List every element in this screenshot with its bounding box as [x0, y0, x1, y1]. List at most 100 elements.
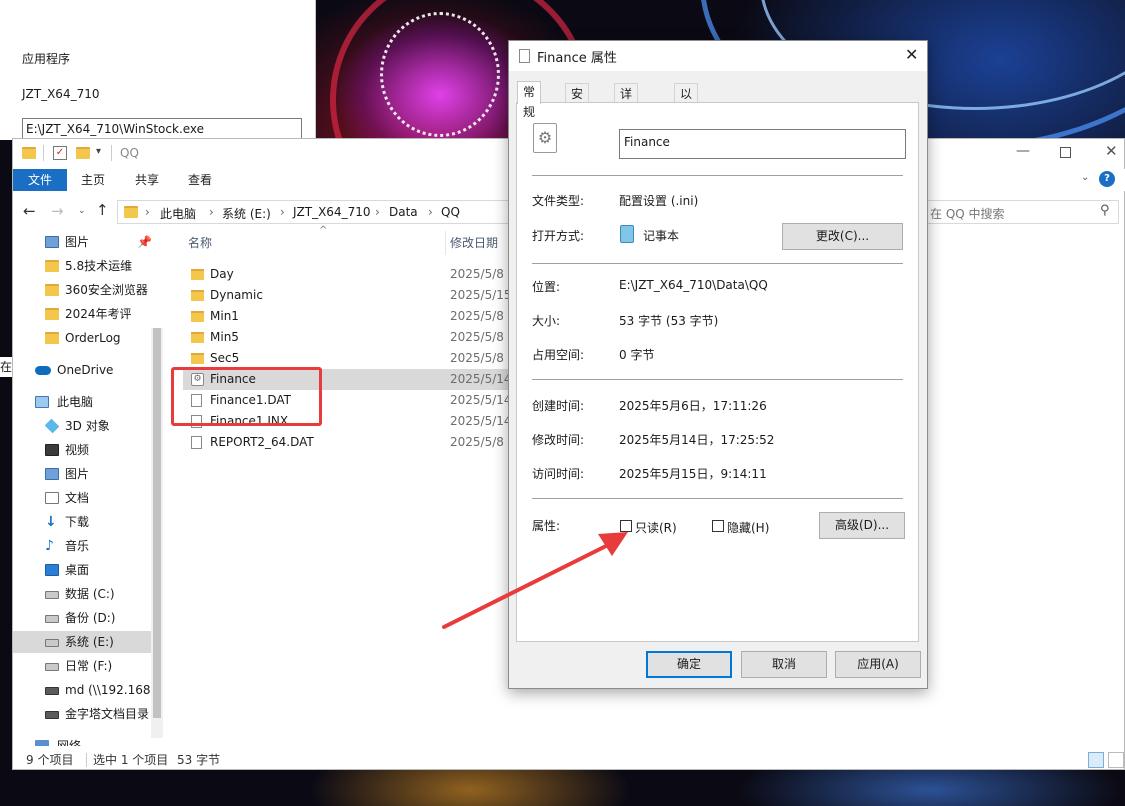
new-folder-icon[interactable] [76, 147, 90, 159]
pictures-icon [45, 468, 59, 480]
close-icon[interactable]: ✕ [1105, 142, 1118, 160]
tab-security[interactable]: 安全 [565, 83, 590, 121]
advanced-button[interactable]: 高级(D)... [819, 512, 905, 539]
minimize-icon[interactable]: — [1016, 143, 1030, 159]
tab-previous-versions[interactable]: 以前的版本 [674, 83, 699, 181]
file-icon [191, 436, 202, 449]
nav-item-network-drive[interactable]: md (\\192.168. [13, 679, 163, 701]
nav-label: 此电脑 [57, 395, 94, 409]
recent-dropdown-icon[interactable]: ⌄ [78, 206, 86, 216]
nav-scrollbar[interactable] [151, 328, 163, 738]
divider [86, 753, 87, 767]
breadcrumb-this-pc[interactable]: 此电脑 [160, 205, 196, 222]
forward-icon[interactable]: → [51, 202, 64, 220]
column-header-name[interactable]: 名称 [188, 231, 212, 255]
cube-icon [44, 418, 60, 434]
folder-icon [45, 284, 59, 296]
tab-share[interactable]: 共享 [135, 169, 159, 191]
general-panel: ⚙ Finance 文件类型: 配置设置 (.ini) 打开方式: 记事本 更改… [516, 102, 919, 642]
filename-input[interactable]: Finance [619, 129, 906, 159]
nav-label: OneDrive [57, 363, 114, 377]
nav-label: 2024年考评 [65, 307, 132, 321]
file-row[interactable]: Dynamic 2025/5/15 [183, 285, 513, 306]
column-header-date[interactable]: 修改日期 [450, 231, 498, 255]
breadcrumb-data[interactable]: Data [389, 205, 418, 219]
tab-general[interactable]: 常规 [517, 81, 542, 119]
nav-item-drive-c[interactable]: 数据 (C:) [13, 583, 163, 605]
opens-with-label: 打开方式: [532, 229, 585, 243]
nav-item-pyramid-docs[interactable]: 金字塔文档目录 [13, 703, 163, 725]
readonly-label[interactable]: 只读(R) [635, 519, 677, 536]
nav-item-pictures[interactable]: 图片 [13, 463, 163, 485]
file-row[interactable]: Day 2025/5/8 1 [183, 264, 515, 285]
folder-icon [45, 308, 59, 320]
nav-item-music[interactable]: ♪ 音乐 [13, 535, 163, 557]
large-icons-view-icon[interactable] [1108, 752, 1124, 768]
ok-button[interactable]: 确定 [646, 651, 732, 678]
search-input[interactable]: 在 QQ 中搜索 ⚲ [923, 200, 1119, 224]
nav-item-desktop[interactable]: 桌面 [13, 559, 163, 581]
file-row[interactable]: Min1 2025/5/8 1 [183, 306, 515, 327]
nav-item-videos[interactable]: 视频 [13, 439, 163, 461]
modified-label: 修改时间: [532, 433, 585, 447]
nav-item-drive-e[interactable]: 系统 (E:) [13, 631, 163, 653]
apps-label: 应用程序 [22, 52, 71, 66]
cancel-button[interactable]: 取消 [741, 651, 827, 678]
properties-icon[interactable]: ✓ [53, 146, 67, 160]
nav-item-this-pc[interactable]: 此电脑 [13, 391, 163, 413]
nav-item-downloads[interactable]: ↓ 下载 [13, 511, 163, 533]
pictures-icon [45, 236, 59, 248]
nav-label: 金字塔文档目录 [65, 707, 150, 721]
nav-item-drive-d[interactable]: 备份 (D:) [13, 607, 163, 629]
nav-item-2024[interactable]: 2024年考评 [13, 303, 163, 325]
nav-item-documents[interactable]: 文档 [13, 487, 163, 509]
file-row[interactable]: Sec5 2025/5/8 1 [183, 348, 515, 369]
tab-home[interactable]: 主页 [81, 169, 105, 191]
notepad-icon [620, 225, 634, 243]
breadcrumb-drive-e[interactable]: 系统 (E:) [222, 205, 271, 222]
nav-item-drive-f[interactable]: 日常 (F:) [13, 655, 163, 677]
apply-button[interactable]: 应用(A) [835, 651, 921, 678]
path-input[interactable]: E:\JZT_X64_710\WinStock.exe [22, 118, 302, 140]
folder-icon [191, 290, 204, 301]
details-view-icon[interactable] [1088, 752, 1104, 768]
type-label: 文件类型: [532, 194, 585, 208]
breadcrumb-qq[interactable]: QQ [441, 205, 460, 219]
nav-item-onedrive[interactable]: OneDrive [13, 359, 163, 381]
expand-ribbon-icon[interactable]: ⌄ [1081, 172, 1089, 183]
chevron-right-icon: › [375, 205, 380, 219]
nav-item-pictures-pinned[interactable]: 图片 📌 [13, 231, 163, 253]
download-icon: ↓ [45, 514, 57, 530]
up-icon[interactable]: ↑ [96, 201, 109, 219]
separator [532, 379, 903, 380]
hidden-label[interactable]: 隐藏(H) [727, 519, 769, 536]
nav-item-3d[interactable]: 3D 对象 [13, 415, 163, 437]
hidden-checkbox[interactable] [712, 520, 724, 532]
file-row[interactable]: REPORT2_64.DAT 2025/5/8 1 [183, 432, 515, 453]
nav-item-orderlog[interactable]: OrderLog [13, 327, 163, 349]
tab-file[interactable]: 文件 [13, 169, 67, 191]
maximize-icon[interactable] [1060, 147, 1071, 158]
nav-item-5-8[interactable]: 5.8技术运维 [13, 255, 163, 277]
file-date: 2025/5/15 [450, 288, 512, 302]
accessed-value: 2025年5月15日，9:14:11 [619, 467, 767, 481]
tab-details[interactable]: 详细信息 [614, 83, 639, 161]
customize-dropdown-icon[interactable]: ▾ [96, 146, 101, 157]
tab-view[interactable]: 查看 [188, 169, 212, 191]
folder-icon [191, 332, 204, 343]
close-icon[interactable]: ✕ [905, 45, 918, 64]
nav-item-360[interactable]: 360安全浏览器 [13, 279, 163, 301]
back-icon[interactable]: ← [23, 202, 36, 220]
change-button[interactable]: 更改(C)... [782, 223, 903, 250]
drive-icon [45, 591, 59, 599]
edge-text: 在 [0, 357, 12, 377]
breadcrumb-jzt[interactable]: JZT_X64_710 [293, 205, 370, 219]
search-icon[interactable]: ⚲ [1100, 203, 1110, 218]
scrollbar-thumb[interactable] [153, 328, 161, 718]
help-icon[interactable]: ? [1099, 171, 1115, 187]
nav-label: 360安全浏览器 [65, 283, 148, 297]
readonly-checkbox[interactable] [620, 520, 632, 532]
file-row[interactable]: Min5 2025/5/8 1 [183, 327, 515, 348]
nav-item-network[interactable]: 网络 [13, 735, 163, 746]
desktop-icon [45, 564, 59, 576]
